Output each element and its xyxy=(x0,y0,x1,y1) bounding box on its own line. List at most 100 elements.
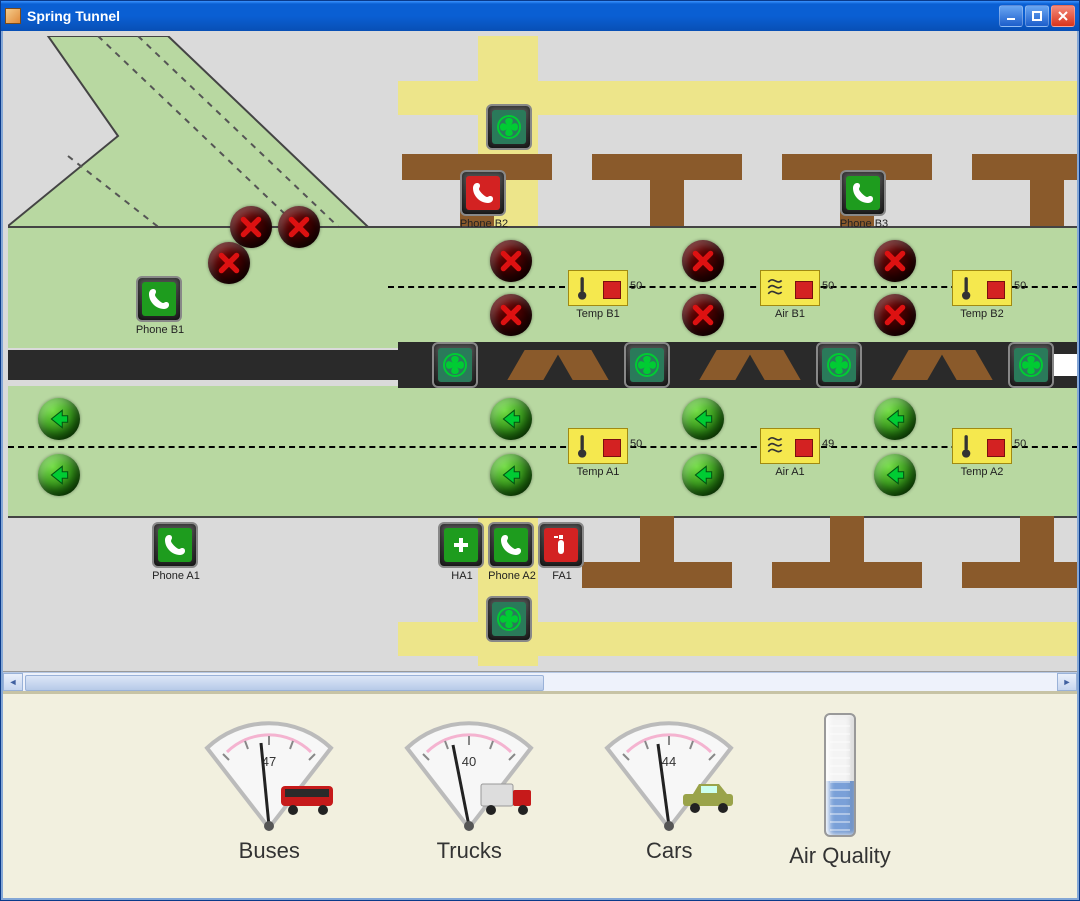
sensor-temp-a2-value: 50 xyxy=(1014,438,1026,450)
minimize-icon xyxy=(1005,10,1017,22)
lane-closed-icon[interactable] xyxy=(490,294,532,336)
phone-icon xyxy=(499,533,523,557)
sensor-temp-b2[interactable] xyxy=(952,270,1012,306)
sensor-air-a1-label: Air A1 xyxy=(750,466,830,478)
phone-icon xyxy=(163,533,187,557)
sensor-temp-a1[interactable] xyxy=(568,428,628,464)
air-icon xyxy=(765,275,785,301)
gauge-cars[interactable]: 44 Cars xyxy=(589,718,749,864)
fan-icon xyxy=(497,115,521,139)
lane-open-icon[interactable] xyxy=(682,398,724,440)
phone-a2[interactable] xyxy=(488,522,534,568)
sensor-temp-b2-value: 50 xyxy=(1014,280,1026,292)
lane-closed-icon[interactable] xyxy=(682,240,724,282)
fan-top[interactable] xyxy=(486,104,532,150)
air-quality-bar-icon xyxy=(824,713,856,837)
thermometer-icon xyxy=(957,433,977,459)
thermometer-icon xyxy=(573,275,593,301)
lane-closed-icon[interactable] xyxy=(230,206,272,248)
lane-closed-icon[interactable] xyxy=(208,242,250,284)
phone-icon xyxy=(851,181,875,205)
lane-open-icon[interactable] xyxy=(38,454,80,496)
phone-a1-label: Phone A1 xyxy=(136,570,216,582)
minimize-button[interactable] xyxy=(999,5,1023,27)
sensor-air-a1-value: 49 xyxy=(822,438,834,450)
phone-b2[interactable] xyxy=(460,170,506,216)
lane-closed-icon[interactable] xyxy=(874,240,916,282)
gauge-trucks[interactable]: 40 Trucks xyxy=(389,718,549,864)
lane-open-icon[interactable] xyxy=(874,454,916,496)
scroll-track[interactable] xyxy=(23,674,1057,690)
close-button[interactable] xyxy=(1051,5,1075,27)
lane-open-icon[interactable] xyxy=(490,454,532,496)
lane-closed-icon[interactable] xyxy=(682,294,724,336)
maximize-button[interactable] xyxy=(1025,5,1049,27)
sensor-air-a1[interactable] xyxy=(760,428,820,464)
thermometer-icon xyxy=(573,433,593,459)
fan-icon xyxy=(1019,353,1043,377)
tunnel-diagram[interactable]: Phone B1 Phone B2 Phone B3 Phone A1 HA1 xyxy=(8,36,1072,666)
fa1[interactable] xyxy=(538,522,584,568)
phone-b3[interactable] xyxy=(840,170,886,216)
fan-bottom[interactable] xyxy=(486,596,532,642)
fa1-label: FA1 xyxy=(522,570,602,582)
content-area: Phone B1 Phone B2 Phone B3 Phone A1 HA1 xyxy=(1,31,1079,900)
sensor-temp-a1-value: 50 xyxy=(630,438,642,450)
window-title: Spring Tunnel xyxy=(27,8,999,24)
sensor-temp-b1[interactable] xyxy=(568,270,628,306)
sensor-air-b1[interactable] xyxy=(760,270,820,306)
car-icon xyxy=(679,778,739,818)
extinguisher-icon xyxy=(549,533,573,557)
phone-icon xyxy=(471,181,495,205)
fan-median-4[interactable] xyxy=(1008,342,1054,388)
phone-b3-label: Phone B3 xyxy=(824,218,904,230)
svg-text:44: 44 xyxy=(662,754,676,769)
air-icon xyxy=(765,433,785,459)
sensor-air-b1-value: 50 xyxy=(822,280,834,292)
lane-closed-icon[interactable] xyxy=(278,206,320,248)
phone-b1-label: Phone B1 xyxy=(120,324,200,336)
fan-icon xyxy=(443,353,467,377)
lane-closed-icon[interactable] xyxy=(490,240,532,282)
phone-a1[interactable] xyxy=(152,522,198,568)
gauge-trucks-label: Trucks xyxy=(389,838,549,864)
lane-open-icon[interactable] xyxy=(682,454,724,496)
phone-b2-label: Phone B2 xyxy=(444,218,524,230)
diagram-panel: Phone B1 Phone B2 Phone B3 Phone A1 HA1 xyxy=(3,31,1077,672)
scroll-thumb[interactable] xyxy=(25,675,544,691)
scroll-left-button[interactable]: ◄ xyxy=(3,673,23,691)
sensor-air-b1-label: Air B1 xyxy=(750,308,830,320)
fan-median-2[interactable] xyxy=(624,342,670,388)
sensor-temp-b1-label: Temp B1 xyxy=(558,308,638,320)
fan-icon xyxy=(827,353,851,377)
lane-closed-icon[interactable] xyxy=(874,294,916,336)
fan-median-1[interactable] xyxy=(432,342,478,388)
gauge-buses[interactable]: 47 Buses xyxy=(189,718,349,864)
bus-icon xyxy=(279,778,339,818)
dashboard-panel: 47 Buses xyxy=(3,691,1077,898)
fan-median-3[interactable] xyxy=(816,342,862,388)
phone-b1[interactable] xyxy=(136,276,182,322)
sensor-temp-b1-value: 50 xyxy=(630,280,642,292)
app-window: Spring Tunnel xyxy=(0,0,1080,901)
sensor-temp-a1-label: Temp A1 xyxy=(558,466,638,478)
gauge-cars-label: Cars xyxy=(589,838,749,864)
ha1[interactable] xyxy=(438,522,484,568)
sensor-temp-b2-label: Temp B2 xyxy=(942,308,1022,320)
thermometer-icon xyxy=(957,275,977,301)
fan-icon xyxy=(635,353,659,377)
svg-text:40: 40 xyxy=(462,754,476,769)
close-icon xyxy=(1057,10,1069,22)
sensor-temp-a2[interactable] xyxy=(952,428,1012,464)
horizontal-scrollbar[interactable]: ◄ ► xyxy=(3,672,1077,691)
air-quality-meter[interactable]: Air Quality xyxy=(789,713,890,869)
phone-icon xyxy=(147,287,171,311)
lane-open-icon[interactable] xyxy=(874,398,916,440)
lane-open-icon[interactable] xyxy=(490,398,532,440)
app-icon xyxy=(5,8,21,24)
maximize-icon xyxy=(1031,10,1043,22)
lane-open-icon[interactable] xyxy=(38,398,80,440)
truck-icon xyxy=(479,778,539,818)
titlebar[interactable]: Spring Tunnel xyxy=(1,1,1079,31)
scroll-right-button[interactable]: ► xyxy=(1057,673,1077,691)
